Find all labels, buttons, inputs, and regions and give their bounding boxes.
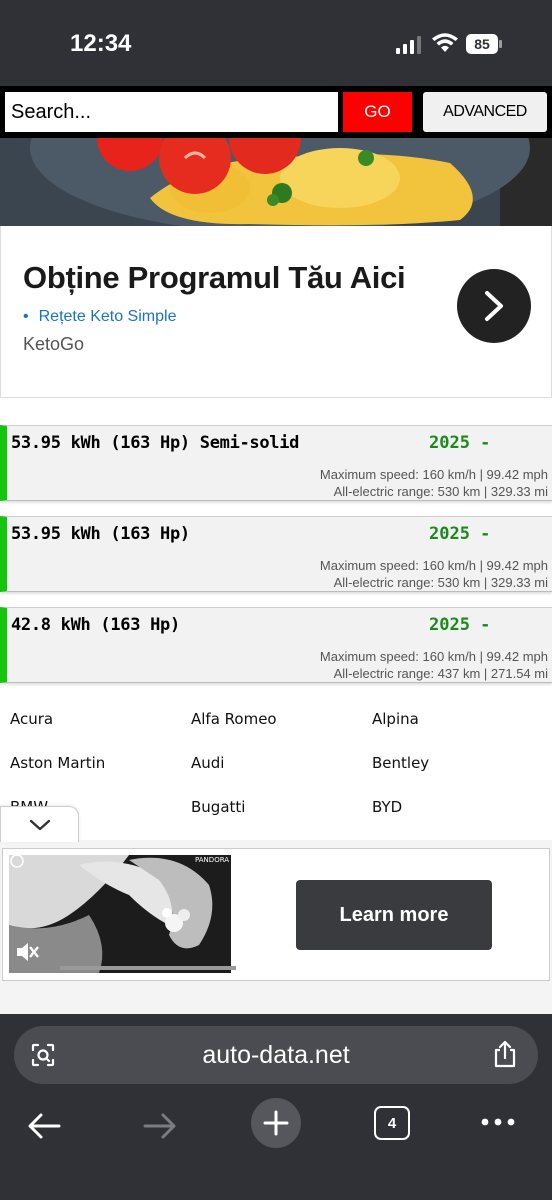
arrow-right-icon	[143, 1113, 176, 1139]
version-year: 2025 -	[429, 615, 491, 635]
version-year: 2025 -	[429, 433, 491, 453]
arrow-left-icon	[28, 1113, 61, 1139]
ad-card[interactable]: Obține Programul Tău Aici • Rețete Keto S…	[0, 226, 552, 398]
go-button[interactable]: GO	[343, 92, 412, 132]
version-card[interactable]: 53.95 kWh (163 Hp) 2025 - Maximum speed:…	[0, 516, 552, 592]
ad-link[interactable]: • Rețete Keto Simple	[23, 308, 176, 326]
version-max-speed: Maximum speed: 160 km/h | 99.42 mph	[319, 467, 548, 482]
ad-video[interactable]: PANDORA	[9, 855, 231, 973]
version-range: All-electric range: 530 km | 329.33 mi	[333, 575, 548, 590]
status-time: 12:34	[70, 30, 132, 57]
version-max-speed: Maximum speed: 160 km/h | 99.42 mph	[319, 649, 548, 664]
ad-title[interactable]: Obține Programul Tău Aici	[23, 260, 406, 296]
brand-link-bugatti[interactable]: Bugatti	[191, 798, 245, 816]
cellular-signal-icon	[396, 36, 421, 54]
url-text[interactable]: auto-data.net	[14, 1041, 538, 1070]
more-options-button[interactable]	[478, 1112, 518, 1132]
version-year: 2025 -	[429, 524, 491, 544]
version-card[interactable]: 42.8 kWh (163 Hp) 2025 - Maximum speed: …	[0, 607, 552, 683]
brand-link-acura[interactable]: Acura	[10, 710, 53, 728]
version-name[interactable]: 53.95 kWh (163 Hp) Semi-solid	[11, 433, 299, 453]
share-icon[interactable]	[492, 1040, 518, 1068]
ad-food-photo[interactable]	[0, 138, 552, 226]
version-range: All-electric range: 437 km | 271.54 mi	[333, 666, 548, 681]
brand-link-byd[interactable]: BYD	[372, 798, 402, 816]
brand-link-aston-martin[interactable]: Aston Martin	[10, 754, 105, 772]
more-dots-icon	[481, 1118, 515, 1126]
version-name[interactable]: 42.8 kWh (163 Hp)	[11, 615, 180, 635]
plus-icon	[263, 1110, 289, 1136]
ad-brand: KetoGo	[23, 334, 85, 354]
search-input[interactable]: Search...	[5, 92, 338, 132]
mute-icon[interactable]	[15, 941, 39, 963]
brand-link-bentley[interactable]: Bentley	[372, 754, 429, 772]
advanced-search-button[interactable]: ADVANCED	[423, 92, 547, 132]
food-photo-icon	[0, 138, 552, 226]
brand-link-alfa-romeo[interactable]: Alfa Romeo	[191, 710, 277, 728]
learn-more-button[interactable]: Learn more	[296, 880, 492, 950]
wifi-icon	[432, 33, 458, 52]
battery-level: 85	[466, 34, 498, 54]
bottom-ad-banner: PANDORA Learn more	[0, 840, 552, 1014]
new-tab-button[interactable]	[251, 1098, 301, 1148]
version-name[interactable]: 53.95 kWh (163 Hp)	[11, 524, 190, 544]
forward-button[interactable]	[140, 1106, 180, 1146]
chevron-down-icon	[29, 819, 50, 830]
battery-icon: 85	[466, 34, 502, 54]
hands-video-thumbnail	[9, 855, 231, 973]
version-card[interactable]: 53.95 kWh (163 Hp) Semi-solid 2025 - Max…	[0, 425, 552, 501]
ad-scrollbar[interactable]	[60, 966, 236, 970]
address-bar[interactable]: auto-data.net	[14, 1026, 538, 1084]
video-ad[interactable]: PANDORA Learn more	[2, 848, 550, 981]
status-bar: 12:34 85	[0, 0, 552, 86]
version-max-speed: Maximum speed: 160 km/h | 99.42 mph	[319, 558, 548, 573]
site-search-bar: Search... GO ADVANCED	[0, 86, 552, 138]
version-range: All-electric range: 530 km | 329.33 mi	[333, 484, 548, 499]
tabs-button[interactable]: 4	[374, 1106, 410, 1140]
browser-toolbar: auto-data.net 4	[0, 1014, 552, 1200]
collapse-ad-tab[interactable]	[0, 806, 79, 842]
arrow-right-icon	[485, 291, 503, 321]
ad-open-button[interactable]	[457, 269, 531, 343]
brand-link-alpina[interactable]: Alpina	[372, 710, 419, 728]
brand-link-audi[interactable]: Audi	[191, 754, 224, 772]
back-button[interactable]	[24, 1106, 64, 1146]
ad-brand-watermark: PANDORA	[195, 856, 230, 864]
